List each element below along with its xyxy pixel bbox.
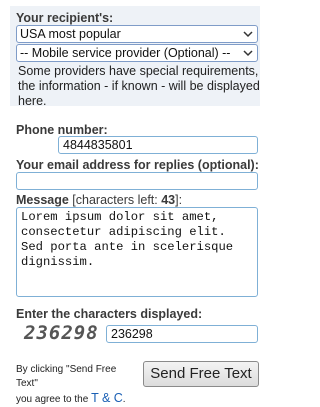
- captcha-input[interactable]: 236298: [106, 325, 258, 343]
- terms-note: By clicking "Send Free Text" you agree t…: [16, 363, 136, 407]
- phone-label: Phone number:: [16, 123, 108, 137]
- recipient-label: Your recipient's:: [16, 11, 114, 25]
- country-select[interactable]: USA most popular: [16, 25, 258, 43]
- provider-select[interactable]: -- Mobile service provider (Optional) --: [16, 44, 258, 62]
- message-label: Message [characters left: 43]:: [16, 193, 182, 207]
- email-label: Your email address for replies (optional…: [16, 158, 259, 172]
- email-input[interactable]: [16, 172, 258, 190]
- provider-select-value: -- Mobile service provider (Optional) --: [20, 46, 231, 60]
- captcha-label: Enter the characters displayed:: [16, 307, 203, 321]
- terms-link[interactable]: T & C: [91, 391, 123, 405]
- message-chars-prefix: [characters left:: [72, 193, 158, 207]
- message-label-suffix: ]:: [175, 193, 183, 207]
- phone-input[interactable]: 4844835801: [58, 136, 258, 154]
- terms-note-line1: By clicking "Send Free Text": [16, 364, 117, 389]
- country-select-value: USA most popular: [20, 27, 121, 41]
- chevron-down-icon: [243, 31, 253, 38]
- chevron-down-icon: [243, 50, 253, 57]
- terms-note-line2: you agree to the T & C.: [16, 391, 136, 407]
- chars-left-count: 43: [161, 193, 176, 207]
- message-textarea[interactable]: Lorem ipsum dolor sit amet, consectetur …: [16, 207, 258, 297]
- message-label-title: Message: [16, 193, 69, 207]
- provider-help-text: Some providers have special requirements…: [18, 64, 260, 108]
- captcha-image: 236298: [24, 322, 99, 344]
- send-free-text-button[interactable]: Send Free Text: [143, 361, 259, 387]
